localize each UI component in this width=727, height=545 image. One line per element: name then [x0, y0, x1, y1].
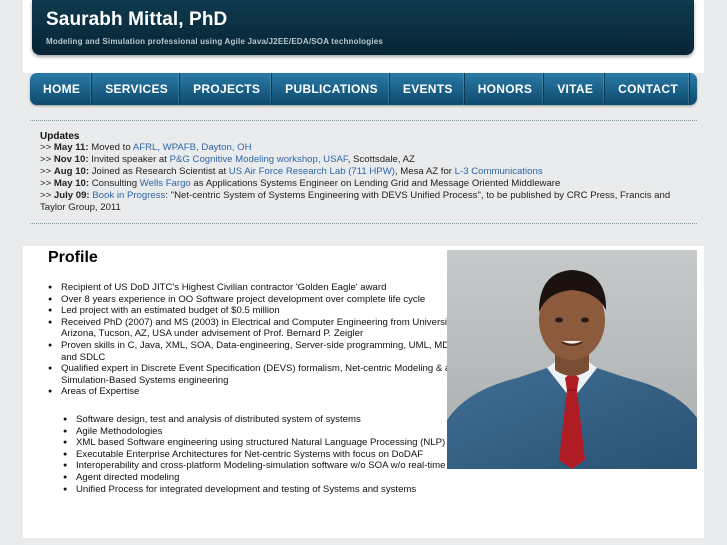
profile-photo	[447, 250, 697, 469]
update-date: Aug 10:	[53, 166, 90, 177]
list-item: Recipient of US DoD JITC's Highest Civil…	[48, 282, 471, 294]
list-item: Qualified expert in Discrete Event Speci…	[48, 363, 471, 386]
list-item: Agent directed modeling	[63, 472, 546, 484]
profile-highlights: Recipient of US DoD JITC's Highest Civil…	[48, 282, 471, 398]
nav-events[interactable]: EVENTS	[390, 73, 465, 105]
nav-services[interactable]: SERVICES	[92, 73, 181, 105]
list-item: Received PhD (2007) and MS (2003) in Ele…	[48, 317, 471, 340]
nav-vitae[interactable]: VITAE	[544, 73, 606, 105]
update-date: May 10:	[53, 178, 90, 189]
site-title[interactable]: Saurabh Mittal, PhD	[46, 9, 227, 31]
update-date: July 09:	[53, 190, 90, 201]
update-link[interactable]: Book in Progress	[92, 190, 165, 201]
update-link[interactable]: Wells Fargo	[140, 178, 191, 189]
nav-home[interactable]: HOME	[30, 73, 93, 105]
update-link[interactable]: US Air Force Research Lab (711 HPW)	[229, 166, 395, 177]
update-link[interactable]: AFRL, WPAFB, Dayton, OH	[133, 142, 252, 153]
list-item: Over 8 years experience in OO Software p…	[48, 294, 471, 306]
list-item: Unified Process for integrated developme…	[63, 484, 546, 496]
update-date: Nov 10:	[53, 154, 89, 165]
site-header: Saurabh Mittal, PhD Modeling and Simulat…	[32, 0, 694, 55]
nav-projects[interactable]: PROJECTS	[180, 73, 273, 105]
update-item: >> May 10: Consulting Wells Fargo as App…	[40, 178, 561, 189]
nav-contact[interactable]: CONTACT	[605, 73, 691, 105]
update-item: >> May 11: Moved to AFRL, WPAFB, Dayton,…	[40, 142, 252, 153]
list-item: Proven skills in C, Java, XML, SOA, Data…	[48, 340, 471, 363]
updates-title: Updates	[40, 131, 80, 142]
update-link[interactable]: P&G Cognitive Modeling workshop, USAF	[170, 154, 348, 165]
updates-section: Updates >> May 11: Moved to AFRL, WPAFB,…	[30, 120, 697, 224]
nav-honors[interactable]: HONORS	[465, 73, 545, 105]
update-date: May 11:	[53, 142, 89, 153]
profile-title: Profile	[48, 249, 98, 266]
profile-section: Profile Recipient of US DoD JITC's Highe…	[23, 246, 704, 538]
update-item: >> Aug 10: Joined as Research Scientist …	[40, 166, 543, 177]
nav-publications[interactable]: PUBLICATIONS	[272, 73, 390, 105]
list-item: Areas of Expertise	[48, 386, 471, 398]
list-item: Led project with an estimated budget of …	[48, 305, 471, 317]
update-item: >> Nov 10: Invited speaker at P&G Cognit…	[40, 154, 415, 165]
main-nav: HOME SERVICES PROJECTS PUBLICATIONS EVEN…	[30, 73, 697, 105]
portrait-image	[447, 250, 697, 469]
update-item: >> July 09: Book in Progress: "Net-centr…	[40, 190, 671, 213]
update-link-l3[interactable]: L-3 Communications	[455, 166, 543, 177]
site-tagline: Modeling and Simulation professional usi…	[46, 37, 384, 46]
